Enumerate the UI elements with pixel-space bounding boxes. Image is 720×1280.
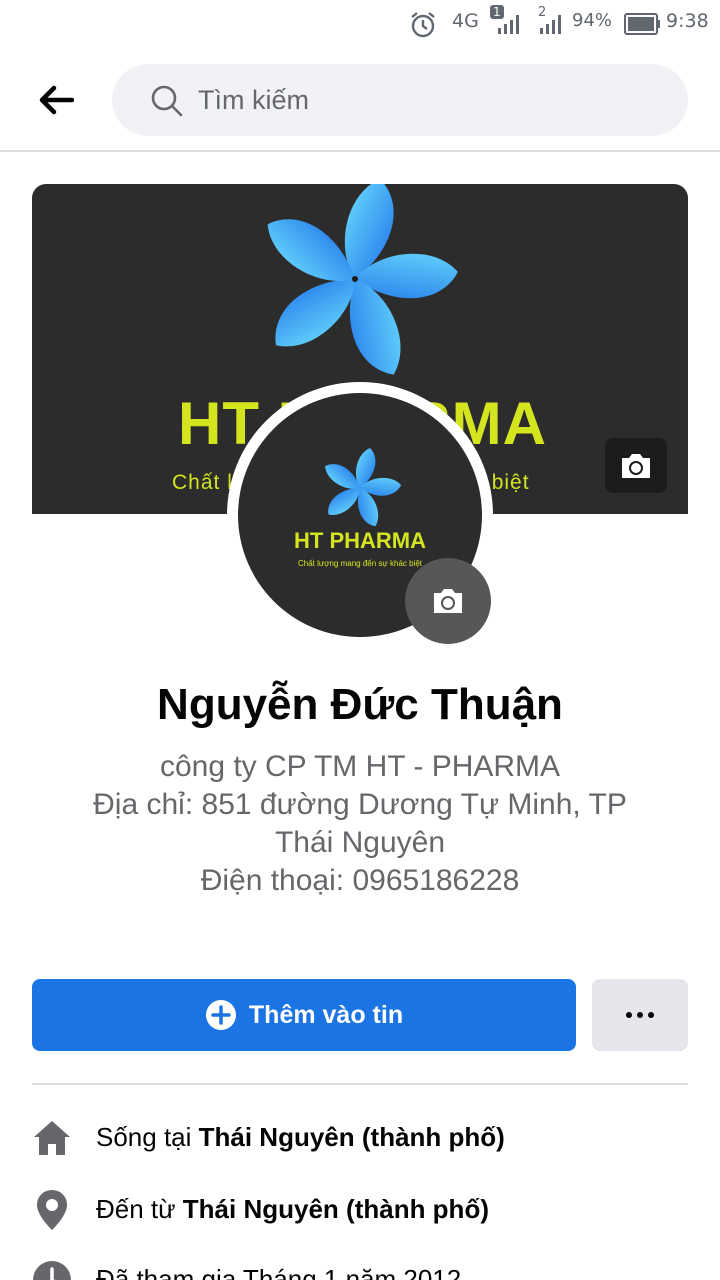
search-bar[interactable]: [112, 64, 688, 136]
bio-line: công ty CP TM HT - PHARMA: [159, 750, 561, 783]
bio-line: Thái Nguyên: [274, 826, 446, 859]
info-row-from[interactable]: Đến từ Thái Nguyên (thành phố): [32, 1180, 688, 1240]
edit-profile-picture-button[interactable]: [405, 558, 491, 644]
add-to-story-button[interactable]: Thêm vào tin: [32, 979, 576, 1051]
avatar-brand-text: HT PHARMA: [294, 528, 426, 553]
info-prefix: Đến từ: [96, 1194, 176, 1224]
add-to-story-label: Thêm vào tin: [248, 1000, 404, 1029]
search-icon: [151, 85, 183, 117]
status-bar: 4G 1 2 94% 9:38: [0, 0, 720, 48]
search-header: [0, 48, 720, 152]
camera-icon: [434, 589, 462, 613]
profile-bio: công ty CP TM HT - PHARMA Địa chỉ: 851 đ…: [60, 748, 660, 900]
info-value[interactable]: Thái Nguyên (thành phố): [183, 1194, 489, 1224]
info-text: Sống tại Thái Nguyên (thành phố): [96, 1122, 505, 1153]
battery-percent: 94%: [572, 10, 613, 31]
info-row-lives-in[interactable]: Sống tại Thái Nguyên (thành phố): [32, 1108, 688, 1168]
location-pin-icon: [32, 1190, 72, 1230]
search-input[interactable]: [198, 78, 658, 122]
more-options-button[interactable]: [592, 979, 688, 1051]
info-text: Đã tham gia Tháng 1 năm 2012: [96, 1264, 462, 1280]
info-value[interactable]: Thái Nguyên (thành phố): [199, 1122, 505, 1152]
info-text: Đến từ Thái Nguyên (thành phố): [96, 1194, 489, 1225]
battery-icon: [624, 13, 660, 35]
alarm-icon: [411, 12, 435, 38]
back-arrow-icon: [39, 85, 74, 115]
home-icon: [32, 1118, 72, 1158]
plus-circle-icon: [205, 1000, 236, 1030]
bio-line: Điện thoại: 0965186228: [200, 864, 520, 897]
signal-sim1-icon: [498, 15, 519, 34]
network-type: 4G: [452, 10, 479, 32]
profile-name: Nguyễn Đức Thuận: [157, 680, 563, 729]
more-dots-icon: [626, 1012, 654, 1018]
info-prefix: Sống tại: [96, 1122, 192, 1152]
camera-icon: [622, 453, 650, 478]
clock-icon: [32, 1260, 72, 1280]
clock-time: 9:38: [666, 10, 709, 32]
info-row-joined: Đã tham gia Tháng 1 năm 2012: [32, 1250, 688, 1280]
signal-sim2-icon: [540, 15, 561, 34]
section-divider: [32, 1083, 688, 1085]
edit-cover-button[interactable]: [605, 438, 667, 493]
bio-line: Địa chỉ: 851 đường Dương Tự Minh, TP: [93, 788, 627, 821]
back-button[interactable]: [30, 78, 82, 122]
